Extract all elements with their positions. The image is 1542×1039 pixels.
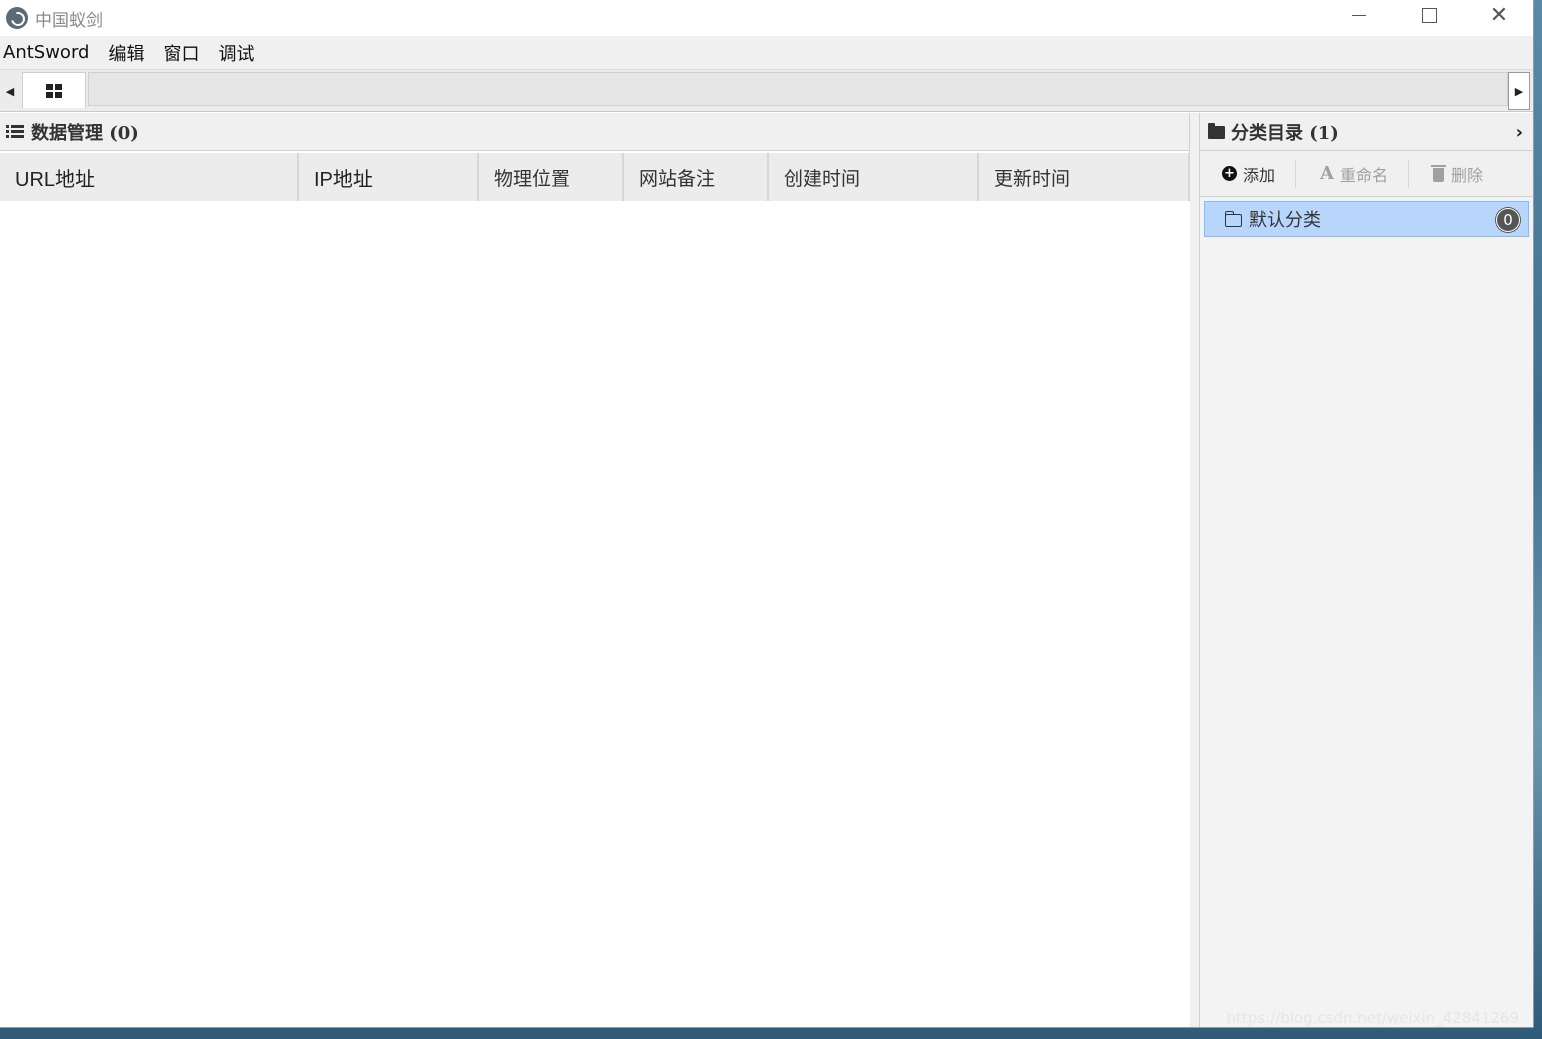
count-badge: 0 bbox=[1496, 208, 1520, 232]
menu-window[interactable]: 窗口 bbox=[159, 40, 208, 66]
add-category-button[interactable]: + 添加 bbox=[1222, 159, 1295, 189]
desktop-background-edge bbox=[1534, 0, 1542, 1039]
tab-scroll-right-button[interactable]: ▶ bbox=[1508, 72, 1530, 110]
tab-home[interactable] bbox=[22, 72, 86, 108]
watermark-text: https://blog.csdn.net/weixin_42841269 bbox=[1226, 1009, 1519, 1027]
grid-icon bbox=[46, 83, 62, 98]
minimize-button[interactable] bbox=[1324, 0, 1394, 30]
tab-bar: ◀ ▶ bbox=[0, 70, 1533, 112]
column-header-url[interactable]: URL地址 bbox=[0, 153, 299, 201]
antsword-window: 中国蚁剑 ✕ AntSword 编辑 窗口 调试 ◀ ▶ 数据管理 (0) UR… bbox=[0, 0, 1534, 1028]
folder-icon bbox=[1208, 123, 1225, 139]
tab-strip bbox=[88, 72, 1508, 106]
menu-edit[interactable]: 编辑 bbox=[104, 40, 153, 66]
maximize-button[interactable] bbox=[1394, 0, 1464, 30]
antsword-logo-icon bbox=[6, 7, 28, 29]
tab-scroll-left-button[interactable]: ◀ bbox=[0, 72, 20, 110]
menu-debug[interactable]: 调试 bbox=[214, 40, 263, 66]
close-icon: ✕ bbox=[1489, 2, 1509, 28]
minimize-icon bbox=[1352, 14, 1366, 16]
category-toolbar: + 添加 A 重命名 删除 bbox=[1200, 151, 1533, 197]
column-header-updated[interactable]: 更新时间 bbox=[979, 153, 1190, 201]
triangle-left-icon: ◀ bbox=[5, 84, 15, 98]
chevron-right-icon[interactable]: › bbox=[1516, 122, 1523, 143]
close-button[interactable]: ✕ bbox=[1464, 0, 1533, 30]
triangle-right-icon: ▶ bbox=[1514, 84, 1524, 98]
category-item-label: 默认分类 bbox=[1249, 210, 1321, 231]
window-controls: ✕ bbox=[1324, 0, 1533, 30]
category-list: 默认分类 0 bbox=[1200, 197, 1533, 241]
plus-circle-icon: + bbox=[1222, 166, 1237, 181]
data-panel-header: 数据管理 (0) bbox=[0, 113, 1189, 151]
category-panel-title: 分类目录 (1) bbox=[1231, 122, 1339, 144]
font-icon: A bbox=[1320, 163, 1334, 184]
menu-antsword[interactable]: AntSword bbox=[0, 42, 98, 63]
delete-category-button[interactable]: 删除 bbox=[1431, 159, 1503, 189]
column-header-location[interactable]: 物理位置 bbox=[479, 153, 624, 201]
list-icon bbox=[6, 124, 24, 139]
panel-splitter[interactable] bbox=[1190, 113, 1200, 1027]
rename-label: 重命名 bbox=[1339, 165, 1388, 185]
table-body[interactable] bbox=[0, 201, 1190, 1027]
data-panel-title: 数据管理 (0) bbox=[31, 122, 139, 144]
column-header-note[interactable]: 网站备注 bbox=[624, 153, 769, 201]
category-item-default[interactable]: 默认分类 0 bbox=[1204, 201, 1529, 237]
rename-category-button[interactable]: A 重命名 bbox=[1320, 159, 1408, 189]
column-header-ip[interactable]: IP地址 bbox=[299, 153, 479, 201]
toolbar-separator bbox=[1295, 159, 1297, 188]
folder-outline-icon bbox=[1224, 210, 1242, 227]
maximize-icon bbox=[1421, 7, 1437, 23]
trash-icon bbox=[1431, 164, 1446, 182]
table-header: URL地址 IP地址 物理位置 网站备注 创建时间 更新时间 bbox=[0, 153, 1190, 201]
category-panel: 分类目录 (1) › + 添加 A 重命名 删除 默认分类 0 https://… bbox=[1200, 113, 1533, 1027]
column-header-created[interactable]: 创建时间 bbox=[769, 153, 979, 201]
data-management-panel: 数据管理 (0) URL地址 IP地址 物理位置 网站备注 创建时间 更新时间 bbox=[0, 113, 1190, 1027]
delete-label: 删除 bbox=[1451, 165, 1484, 185]
menu-bar: AntSword 编辑 窗口 调试 bbox=[0, 36, 1533, 70]
toolbar-separator bbox=[1408, 159, 1409, 188]
add-label: 添加 bbox=[1243, 165, 1276, 185]
window-title: 中国蚁剑 bbox=[35, 10, 103, 31]
title-bar[interactable]: 中国蚁剑 ✕ bbox=[0, 0, 1533, 36]
category-panel-header: 分类目录 (1) › bbox=[1200, 113, 1533, 151]
